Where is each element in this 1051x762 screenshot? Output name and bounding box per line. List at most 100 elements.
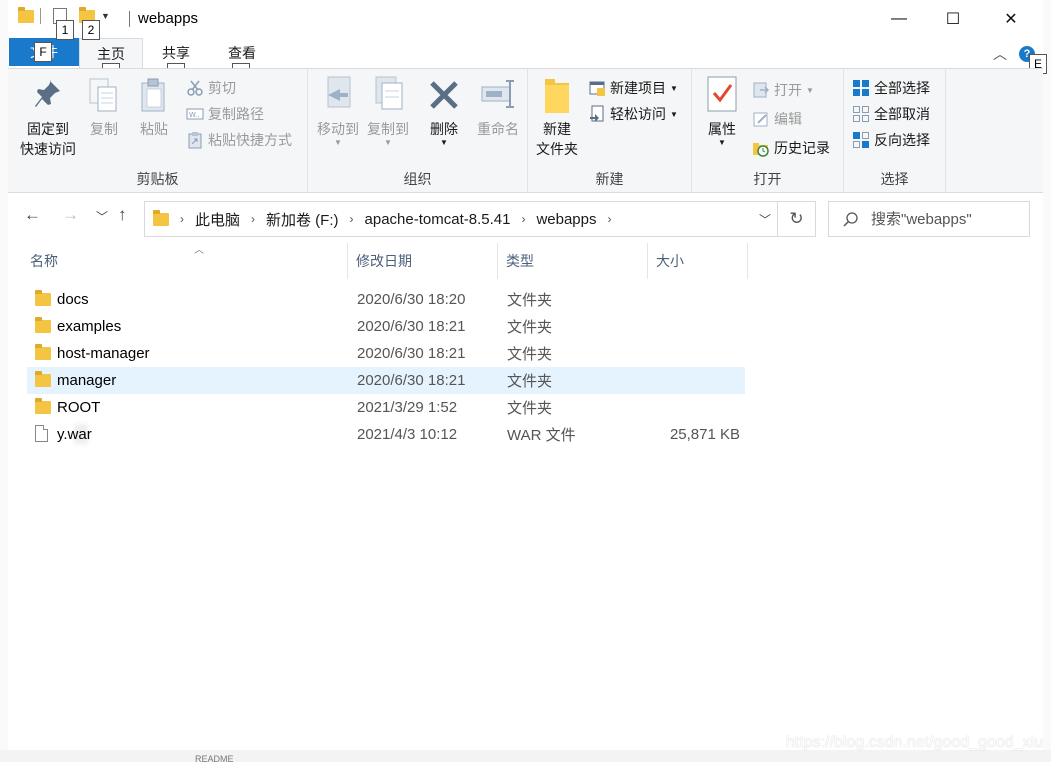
invert-selection-label: 反向选择 xyxy=(874,132,930,148)
title-bar: ▼ webapps — ☐ ✕ xyxy=(8,0,1043,38)
history-label: 历史记录 xyxy=(774,140,830,156)
minimize-button[interactable]: — xyxy=(870,0,928,38)
chevron-right-icon[interactable]: › xyxy=(180,212,184,226)
recent-locations-icon[interactable]: ﹀ xyxy=(96,208,108,225)
chevron-right-icon[interactable]: › xyxy=(607,212,611,226)
chevron-right-icon[interactable]: › xyxy=(350,212,354,226)
new-item-button[interactable]: 新建项目 ▼ xyxy=(588,77,678,99)
group-open: 属性 ▼ 打开 ▼ 编辑 历史记录 打开 xyxy=(692,69,844,193)
cut-button[interactable]: 剪切 xyxy=(186,77,236,99)
file-row-root[interactable]: ROOT 2021/3/29 1:52 文件夹 xyxy=(27,394,745,421)
new-folder-button[interactable]: 新建 文件夹 xyxy=(534,75,580,159)
breadcrumb-drive-f[interactable]: 新加卷 (F:) xyxy=(266,209,339,230)
edit-icon xyxy=(752,110,770,128)
search-input[interactable] xyxy=(871,210,1021,228)
file-date: 2021/3/29 1:52 xyxy=(357,399,458,416)
breadcrumb-this-pc[interactable]: 此电脑 xyxy=(195,209,240,230)
file-type: 文件夹 xyxy=(507,346,553,363)
open-button[interactable]: 打开 ▼ xyxy=(752,79,814,101)
delete-button[interactable]: 删除 ▼ xyxy=(424,75,464,147)
file-date: 2020/6/30 18:21 xyxy=(357,345,466,362)
column-header-date[interactable]: 修改日期 xyxy=(348,243,498,279)
group-select: 全部选择 全部取消 反向选择 选择 xyxy=(844,69,946,193)
file-date: 2020/6/30 18:20 xyxy=(357,291,466,308)
qat-divider xyxy=(40,8,41,24)
edit-button[interactable]: 编辑 xyxy=(752,108,802,130)
file-type: 文件夹 xyxy=(507,319,553,336)
new-item-label: 新建项目 xyxy=(610,80,666,96)
scissors-icon xyxy=(186,79,204,97)
file-row-war[interactable]: y.war 2021/4/3 10:12 WAR 文件 25,871 KB xyxy=(27,421,745,448)
minimize-icon: — xyxy=(891,10,907,27)
select-none-button[interactable]: 全部取消 xyxy=(852,103,930,125)
paste-shortcut-icon xyxy=(186,131,204,149)
select-none-icon xyxy=(852,105,870,123)
new-item-dropdown-icon: ▼ xyxy=(670,83,678,93)
collapse-ribbon-icon[interactable]: ︿ xyxy=(993,44,1007,64)
folder-icon xyxy=(35,371,51,387)
select-group-label: 选择 xyxy=(880,171,909,187)
move-to-button[interactable]: 移动到 ▼ xyxy=(314,75,362,147)
file-name: manager xyxy=(57,372,117,389)
file-row-docs[interactable]: docs 2020/6/30 18:20 文件夹 xyxy=(27,286,745,313)
properties-button[interactable]: 属性 ▼ xyxy=(702,75,742,147)
new-item-icon xyxy=(588,79,606,97)
address-bar[interactable]: › 此电脑 › 新加卷 (F:) › apache-tomcat-8.5.41 … xyxy=(144,201,816,237)
select-all-label: 全部选择 xyxy=(874,80,930,96)
select-all-button[interactable]: 全部选择 xyxy=(852,77,930,99)
rename-button[interactable]: 重命名 xyxy=(472,75,524,139)
invert-selection-button[interactable]: 反向选择 xyxy=(852,129,930,151)
background-readme-fragment: README xyxy=(195,754,234,762)
close-button[interactable]: ✕ xyxy=(982,0,1040,38)
file-name: host-manager xyxy=(57,345,150,362)
copy-button[interactable]: 复制 xyxy=(86,75,122,139)
file-date: 2021/4/3 10:12 xyxy=(357,426,458,443)
file-row-host-manager[interactable]: host-manager 2020/6/30 18:21 文件夹 xyxy=(27,340,745,367)
open-icon xyxy=(752,81,770,99)
new-group-label: 新建 xyxy=(595,171,624,187)
history-button[interactable]: 历史记录 xyxy=(752,137,830,159)
refresh-button[interactable]: ↻ xyxy=(777,202,815,236)
easy-access-button[interactable]: 轻松访问 ▼ xyxy=(588,103,678,125)
group-organize: 移动到 ▼ 复制到 ▼ 删除 ▼ 重命名 组织 xyxy=(308,69,528,193)
easy-access-icon xyxy=(588,105,606,123)
file-row-manager[interactable]: manager 2020/6/30 18:21 文件夹 xyxy=(27,367,745,394)
file-type: 文件夹 xyxy=(507,400,553,417)
copy-path-button[interactable]: W.. 复制路径 xyxy=(186,103,264,125)
copy-icon xyxy=(86,75,122,115)
paste-shortcut-button[interactable]: 粘贴快捷方式 xyxy=(186,129,292,151)
column-name-label: 名称 xyxy=(30,253,58,269)
up-arrow-icon[interactable]: ↑ xyxy=(118,205,127,225)
move-to-icon xyxy=(320,75,356,115)
rename-label: 重命名 xyxy=(477,121,519,137)
back-arrow-icon[interactable]: ← xyxy=(24,205,41,225)
column-header-type[interactable]: 类型 xyxy=(498,243,648,279)
ribbon-home: 固定到 快速访问 复制 粘贴 剪切 W.. 复制路径 粘贴快捷方式 剪贴板 移动… xyxy=(8,68,1043,193)
column-date-label: 修改日期 xyxy=(356,253,412,269)
select-none-label: 全部取消 xyxy=(874,106,930,122)
file-name: ROOT xyxy=(57,399,101,416)
maximize-button[interactable]: ☐ xyxy=(924,0,982,38)
breadcrumb-tomcat[interactable]: apache-tomcat-8.5.41 xyxy=(365,211,511,228)
forward-arrow-icon[interactable]: → xyxy=(62,205,79,225)
file-name: docs xyxy=(57,291,89,308)
copy-to-button[interactable]: 复制到 ▼ xyxy=(364,75,412,147)
file-row-examples[interactable]: examples 2020/6/30 18:21 文件夹 xyxy=(27,313,745,340)
breadcrumb-webapps[interactable]: webapps xyxy=(536,211,596,228)
chevron-right-icon[interactable]: › xyxy=(521,212,525,226)
pin-quick-access-button[interactable]: 固定到 快速访问 xyxy=(16,75,80,159)
file-name: y.war xyxy=(57,426,92,443)
qat-dropdown-icon[interactable]: ▼ xyxy=(101,11,110,21)
paste-button[interactable]: 粘贴 xyxy=(136,75,172,139)
folder-icon xyxy=(153,209,169,226)
column-header-name[interactable]: ︿ 名称 xyxy=(22,243,348,279)
easy-access-label: 轻松访问 xyxy=(610,106,666,122)
group-new: 新建 文件夹 新建项目 ▼ 轻松访问 ▼ 新建 xyxy=(528,69,692,193)
column-header-size[interactable]: 大小 xyxy=(648,243,748,279)
svg-text:W..: W.. xyxy=(189,111,200,119)
address-dropdown-icon[interactable]: ﹀ xyxy=(759,211,771,228)
file-size: 25,871 KB xyxy=(669,426,740,443)
chevron-right-icon[interactable]: › xyxy=(251,212,255,226)
search-box[interactable] xyxy=(828,201,1030,237)
paste-shortcut-label: 粘贴快捷方式 xyxy=(208,132,292,148)
